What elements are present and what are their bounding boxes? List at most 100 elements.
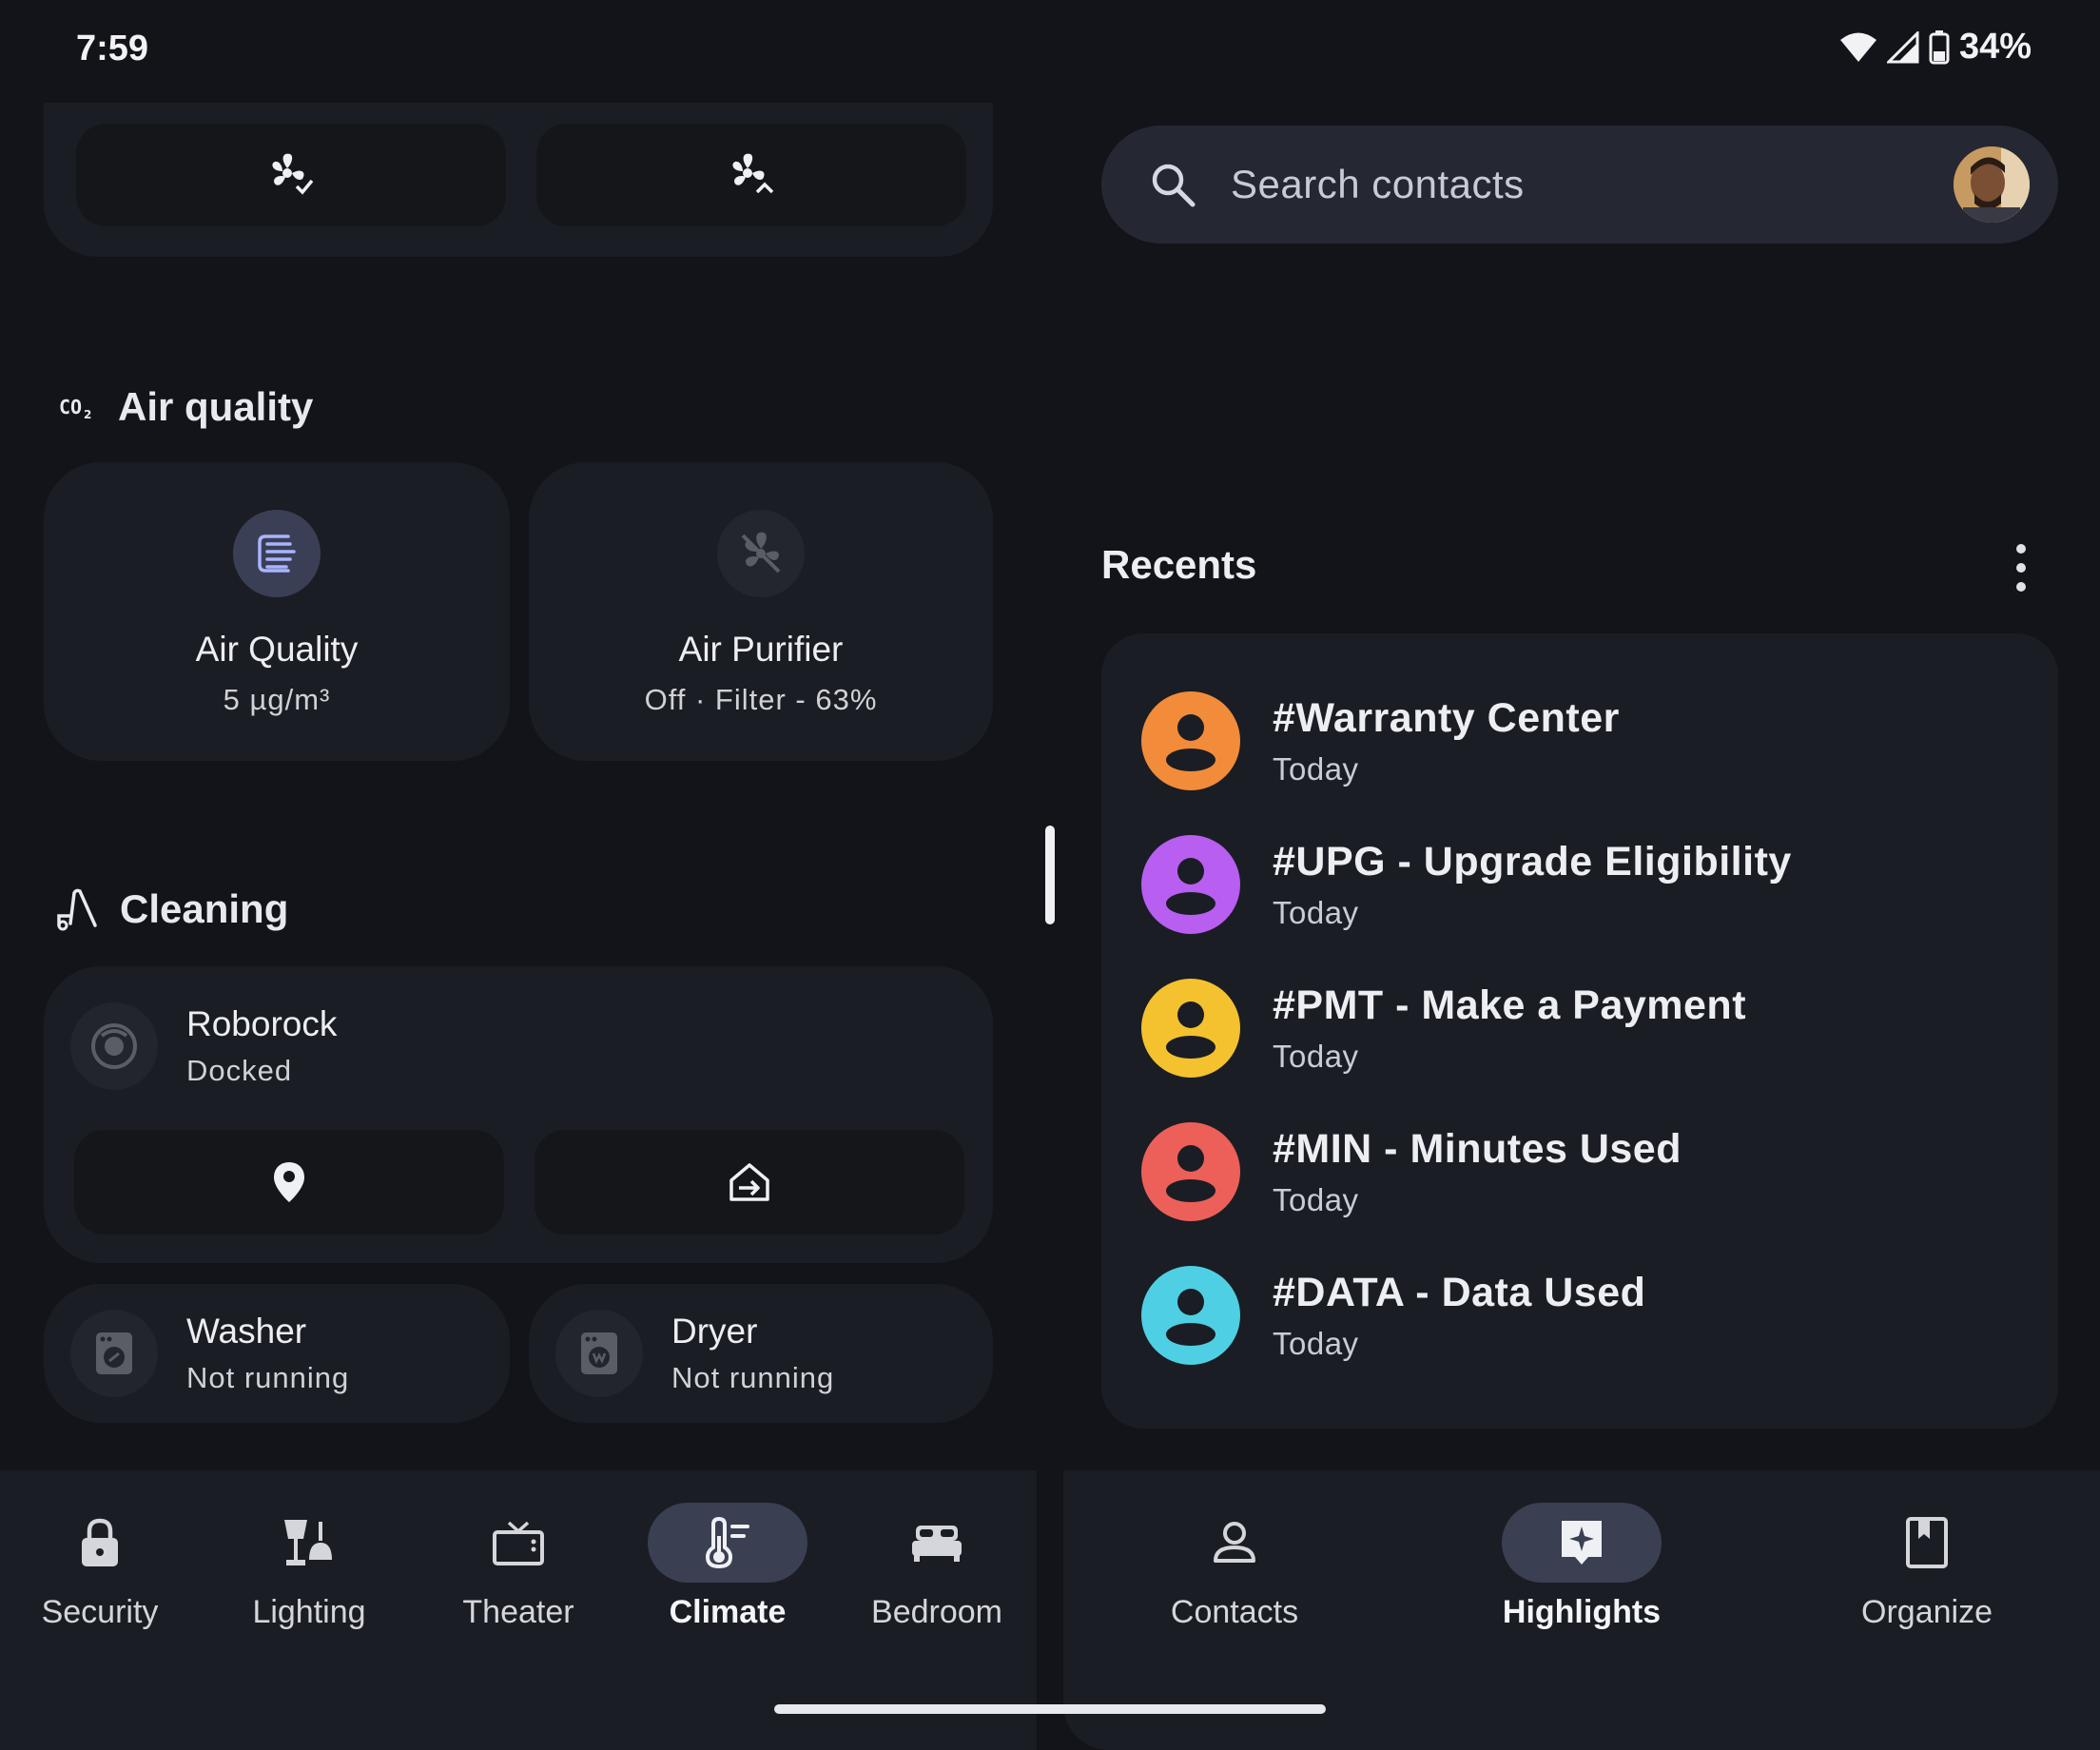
more-dot [2016, 582, 2026, 592]
contact-name: #DATA - Data Used [1273, 1269, 1646, 1315]
dock-robot-button[interactable] [535, 1130, 964, 1235]
recent-contact-item[interactable]: #PMT - Make a Payment Today [1101, 957, 2058, 1099]
nav-label: Lighting [252, 1594, 366, 1630]
contact-avatar [1141, 1266, 1240, 1365]
lamp-icon [284, 1520, 332, 1565]
fan-controls-card [44, 103, 993, 257]
dryer-icon-badge [555, 1310, 643, 1397]
person-icon [1166, 1001, 1215, 1059]
recent-contact-item[interactable]: #MIN - Minutes Used Today [1101, 1100, 2058, 1243]
person-icon [1166, 858, 1215, 915]
nav-pill [20, 1503, 180, 1583]
thermometer-icon [705, 1517, 749, 1568]
recent-contact-item[interactable]: #Warranty Center Today [1101, 670, 2058, 812]
bed-icon [912, 1526, 962, 1562]
fan-speed-up-button[interactable] [536, 124, 966, 226]
air-quality-tile-value: 5 µg/m³ [223, 683, 331, 716]
robot-vacuum-header[interactable]: Roborock Docked [44, 1002, 337, 1090]
dryer-tile[interactable]: Dryer Not running [529, 1284, 993, 1423]
nav-label: Highlights [1502, 1594, 1662, 1630]
cleaning-header: Cleaning [55, 886, 288, 932]
contact-avatar [1141, 979, 1240, 1078]
split-screen-divider-handle[interactable] [1045, 826, 1055, 924]
nav-tab-security[interactable]: Security [5, 1503, 195, 1631]
nav-label: Theater [462, 1594, 574, 1630]
nav-pill-active [1502, 1503, 1662, 1583]
air-purifier-tile-status: Off · Filter - 63% [644, 683, 878, 716]
status-time: 7:59 [76, 29, 149, 68]
nav-pill [229, 1503, 389, 1583]
washer-icon [96, 1332, 132, 1374]
fan-up-icon [732, 153, 774, 194]
wifi-icon [1839, 32, 1876, 62]
bookmark-icon [1906, 1517, 1948, 1568]
robot-name: Roborock [186, 1004, 338, 1043]
contact-time: Today [1273, 1325, 1359, 1361]
profile-photo [1954, 146, 2030, 223]
signal-icon [1886, 30, 1919, 63]
more-options-button[interactable] [2007, 544, 2035, 592]
nav-label: Security [41, 1594, 159, 1630]
nav-tab-theater[interactable]: Theater [423, 1503, 613, 1631]
washer-icon-badge [70, 1310, 158, 1397]
air-quality-title: Air quality [118, 384, 314, 429]
nav-pill [438, 1503, 598, 1583]
air-quality-tile-title: Air Quality [195, 630, 359, 669]
battery-icon [1929, 29, 1950, 64]
air-quality-tile[interactable]: Air Quality 5 µg/m³ [44, 462, 510, 761]
contact-name: #MIN - Minutes Used [1273, 1125, 1682, 1172]
air-purifier-tile-title: Air Purifier [678, 630, 844, 669]
air-purifier-tile[interactable]: Air Purifier Off · Filter - 63% [529, 462, 993, 761]
nav-tab-highlights[interactable]: Highlights [1487, 1503, 1677, 1631]
washer-name: Washer [186, 1312, 307, 1351]
location-pin-icon [274, 1162, 304, 1202]
nav-tab-organize[interactable]: Organize [1832, 1503, 2022, 1631]
air-filter-icon [258, 535, 296, 573]
recent-contact-item[interactable]: #UPG - Upgrade Eligibility Today [1101, 813, 2058, 956]
contact-time: Today [1273, 894, 1359, 930]
contact-avatar [1141, 835, 1240, 934]
nav-tab-lighting[interactable]: Lighting [214, 1503, 404, 1631]
nav-tab-climate[interactable]: Climate [632, 1503, 823, 1631]
fan-down-icon [272, 153, 314, 195]
contact-avatar [1141, 1122, 1240, 1221]
nav-label: Contacts [1170, 1594, 1299, 1630]
recents-title: Recents [1101, 542, 1257, 587]
contact-avatar [1141, 691, 1240, 790]
cleaning-title: Cleaning [120, 886, 289, 931]
air-quality-icon-badge [233, 510, 321, 597]
nav-tab-contacts[interactable]: Contacts [1139, 1503, 1330, 1631]
robot-status: Docked [186, 1054, 293, 1087]
dryer-status: Not running [671, 1361, 835, 1394]
fan-speed-down-button[interactable] [76, 124, 506, 226]
robot-vacuum-card: Roborock Docked [44, 966, 993, 1263]
person-outline-icon [1214, 1522, 1255, 1563]
account-avatar[interactable] [1954, 146, 2030, 223]
locate-robot-button[interactable] [74, 1130, 504, 1235]
battery-percent: 34% [1958, 27, 2032, 67]
dryer-icon [581, 1332, 617, 1374]
status-icons: 34% [1839, 27, 2032, 68]
contact-name: #Warranty Center [1273, 694, 1620, 741]
sparkle-icon [1562, 1521, 1602, 1565]
recent-contact-item[interactable]: #DATA - Data Used Today [1101, 1244, 2058, 1387]
fan-off-icon [741, 532, 781, 574]
nav-tab-bedroom[interactable]: Bedroom [842, 1503, 1032, 1631]
co2-icon: CO 2 [59, 396, 91, 421]
nav-label: Climate [669, 1594, 787, 1630]
search-placeholder: Search contacts [1231, 162, 1525, 206]
person-icon [1166, 1289, 1215, 1346]
svg-text:2: 2 [84, 408, 91, 421]
air-purifier-icon-badge [717, 510, 805, 597]
recents-list: #Warranty Center Today #UPG - Upgrade El… [1101, 633, 2058, 1429]
person-icon [1166, 1145, 1215, 1202]
washer-tile[interactable]: Washer Not running [44, 1284, 510, 1423]
contact-time: Today [1273, 750, 1359, 787]
dryer-name: Dryer [671, 1312, 758, 1351]
nav-pill-active [648, 1503, 807, 1583]
contact-time: Today [1273, 1038, 1359, 1074]
search-contacts-bar[interactable]: Search contacts [1101, 126, 2058, 243]
gesture-home-bar[interactable] [774, 1704, 1326, 1714]
washer-status: Not running [186, 1361, 350, 1394]
nav-pill [1847, 1503, 2007, 1583]
